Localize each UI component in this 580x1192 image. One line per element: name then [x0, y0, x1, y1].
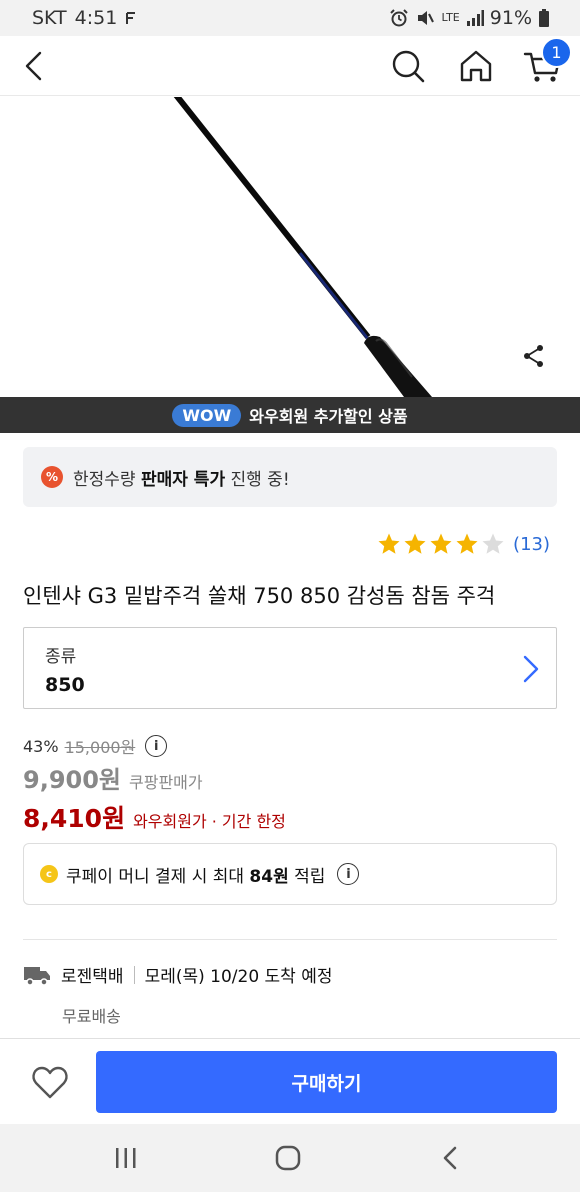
price-info-icon[interactable]: i [145, 735, 168, 757]
wow-price: 8,410원 [23, 804, 126, 833]
system-nav-bar [0, 1124, 580, 1192]
option-label: 종류 [45, 647, 77, 667]
share-button[interactable] [520, 342, 548, 370]
star-filled-icon [378, 533, 400, 554]
wow-price-label: 와우회원가 · 기간 한정 [133, 812, 286, 831]
shipping-arrival: 모레(목) 10/20 도착 예정 [144, 967, 333, 987]
cashback-info[interactable]: c 쿠페이 머니 결제 시 최대 84원 적립 i [23, 843, 557, 905]
search-icon [392, 50, 425, 83]
product-image[interactable] [0, 97, 580, 397]
wow-member-banner: WOW 와우회원 추가할인 상품 [0, 397, 580, 433]
home-icon [460, 50, 492, 82]
status-left: SKT 4:51 [32, 7, 137, 29]
limited-deal-notice: % 한정수량 판매자 특가 진행 중! [23, 447, 557, 507]
mute-icon [418, 11, 435, 25]
cashback-suffix: 적립 [288, 866, 326, 887]
notice-text: 한정수량 판매자 특가 진행 중! [73, 465, 290, 490]
search-button[interactable] [388, 46, 428, 86]
cart-count-badge: 1 [541, 37, 572, 68]
option-selector[interactable]: 종류 850 [23, 627, 557, 709]
heart-icon [32, 1066, 68, 1099]
coupang-price: 9,900원 [23, 766, 121, 794]
cashback-prefix: 쿠페이 머니 결제 시 최대 [66, 866, 250, 887]
app-header [0, 36, 580, 96]
discount-icon: % [41, 466, 63, 488]
wow-banner-text: 와우회원 추가할인 상품 [249, 407, 408, 426]
discount-rate: 43% [23, 736, 59, 756]
chevron-left-icon [25, 51, 42, 81]
star-empty-icon [482, 533, 504, 554]
shipping-row: 로젠택배 모레(목) 10/20 도착 예정 [23, 962, 333, 987]
notice-prefix: 한정수량 [73, 469, 141, 490]
nav-home-icon[interactable] [275, 1145, 301, 1171]
truck-icon [24, 966, 50, 986]
coupay-coin-icon: c [40, 865, 58, 883]
signal-icon [466, 10, 484, 26]
share-icon [524, 345, 543, 367]
coupang-price-label: 쿠팡판매가 [129, 773, 203, 792]
shipping-fee: 무료배송 [62, 1007, 121, 1026]
notice-highlight: 판매자 특가 [140, 469, 226, 490]
section-divider [23, 939, 557, 940]
chevron-right-icon [523, 655, 539, 683]
cashback-info-icon[interactable]: i [337, 863, 360, 885]
home-button[interactable] [456, 46, 496, 86]
wow-badge: WOW [172, 403, 242, 427]
product-rating[interactable]: (13) [377, 532, 550, 556]
cashback-text: 쿠페이 머니 결제 시 최대 84원 적립 [66, 862, 325, 887]
wow-price-row: 8,410원 와우회원가 · 기간 한정 [23, 799, 286, 835]
bottom-action-bar: 구매하기 [0, 1038, 580, 1124]
shipping-carrier: 로젠택배 [61, 967, 124, 987]
back-button[interactable] [18, 48, 54, 84]
discount-row: 43% 15,000원 i [23, 734, 168, 758]
recents-icon[interactable] [113, 1146, 139, 1170]
notice-suffix: 진행 중! [225, 469, 290, 490]
alarm-icon [390, 9, 409, 27]
clock: 4:51 [74, 7, 118, 29]
battery-level: 91% [489, 7, 532, 29]
star-filled-icon [404, 533, 426, 554]
shipping-separator [133, 965, 135, 984]
buy-button[interactable]: 구매하기 [96, 1051, 557, 1113]
wishlist-button[interactable] [30, 1063, 70, 1103]
star-filled-icon [456, 533, 478, 554]
status-bar: SKT 4:51 LTE 91% [0, 0, 580, 36]
original-price: 15,000원 [64, 738, 136, 757]
fishing-scoop-image [173, 97, 432, 397]
network-type: LTE [441, 11, 460, 24]
carrier-name: SKT [32, 7, 67, 29]
nav-back-icon[interactable] [440, 1145, 460, 1171]
cashback-amount: 84원 [249, 866, 289, 887]
battery-icon [539, 9, 549, 27]
coupang-price-row: 9,900원 쿠팡판매가 [23, 760, 203, 795]
review-count[interactable]: (13) [513, 534, 550, 555]
star-filled-icon [430, 533, 452, 554]
status-right: LTE 91% [389, 7, 550, 29]
option-value: 850 [45, 674, 85, 696]
product-title: 인텐샤 G3 밑밥주걱 쏠채 750 850 감성돔 참돔 주걱 [23, 584, 496, 608]
notification-icon [126, 12, 136, 24]
